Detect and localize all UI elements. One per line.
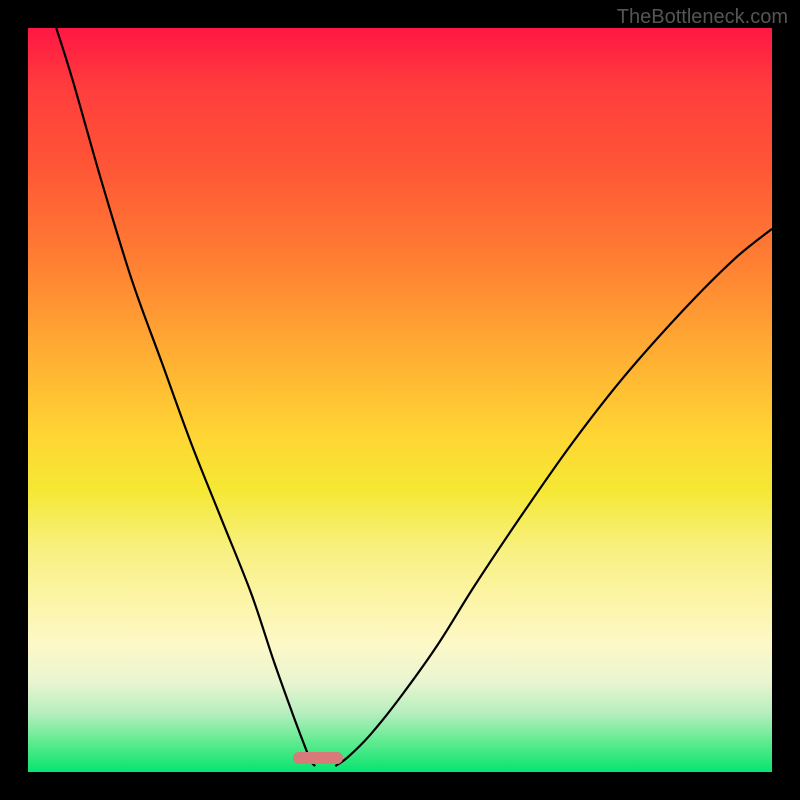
chart-plot-area <box>28 28 772 772</box>
right-curve <box>335 229 772 766</box>
bottleneck-curves <box>28 28 772 772</box>
watermark-text: TheBottleneck.com <box>617 6 788 29</box>
left-curve <box>56 28 315 766</box>
optimal-range-marker <box>293 752 343 764</box>
